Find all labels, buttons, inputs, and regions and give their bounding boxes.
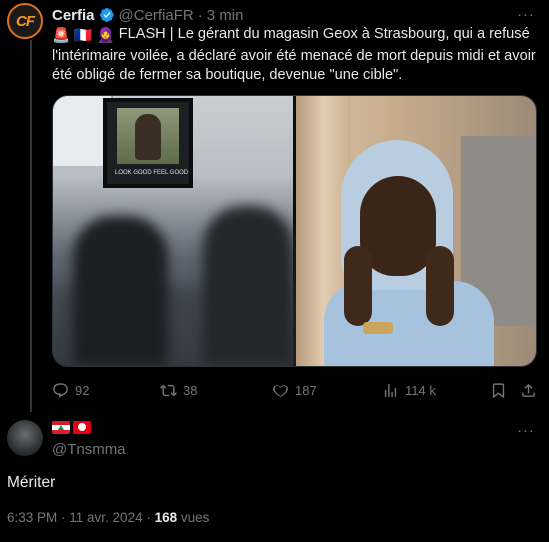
views-chart-icon — [384, 383, 397, 397]
retweet-button[interactable]: 38 — [160, 380, 197, 400]
blurred-person — [73, 216, 168, 366]
tweet-media[interactable]: LOOK GOOD FEEL GOOD — [52, 95, 537, 367]
tweet-header: Cerfia @CerfiaFR · 3 min — [52, 5, 243, 25]
poster-text: LOOK GOOD FEEL GOOD — [115, 170, 189, 176]
tweet-time[interactable]: 3 min — [207, 7, 244, 24]
reply-handle[interactable]: @Tnsmma — [52, 441, 126, 458]
reply-meta: 6:33 PM · 11 avr. 2024 · 168 vues — [7, 510, 209, 525]
tweet[interactable]: CF Cerfia @CerfiaFR · 3 min ··· 🚨 🇫🇷 🧕 F… — [0, 0, 549, 412]
reply-text: Mériter — [7, 474, 56, 491]
reply-views-count: 168 — [154, 510, 178, 525]
avatar-logo-text: CF — [16, 12, 35, 30]
media-image-right[interactable] — [296, 96, 536, 366]
tweet-text: 🚨 🇫🇷 🧕 FLASH | Le gérant du magasin Geox… — [52, 25, 537, 86]
thread-line — [30, 40, 32, 412]
display-name-flags[interactable] — [52, 421, 91, 434]
like-count: 187 — [295, 382, 317, 398]
reply-count: 92 — [75, 382, 90, 398]
reply-avatar[interactable] — [7, 420, 43, 456]
poster-image: LOOK GOOD FEEL GOOD — [103, 98, 193, 188]
author-name[interactable]: Cerfia — [52, 7, 95, 24]
emoji-prefix: 🚨 🇫🇷 🧕 — [52, 28, 115, 44]
verified-badge-icon — [99, 8, 114, 22]
views-count: 114 k — [405, 382, 436, 398]
reply-tweet[interactable]: @Tnsmma ··· Mériter 6:33 PM · 11 avr. 20… — [0, 412, 549, 542]
share-icon — [522, 383, 535, 397]
like-button[interactable]: 187 — [272, 380, 317, 400]
bookmark-icon — [492, 382, 505, 398]
views-button[interactable]: 114 k — [382, 380, 436, 400]
heart-icon — [273, 384, 288, 397]
bracelet — [363, 322, 393, 334]
more-options-icon[interactable]: ··· — [517, 422, 535, 439]
tweet-body: FLASH | Le gérant du magasin Geox à Stra… — [52, 26, 536, 83]
share-button[interactable] — [520, 380, 543, 400]
lebanon-flag-icon — [52, 421, 70, 434]
retweet-icon — [160, 384, 177, 396]
separator-dot: · — [197, 6, 203, 24]
reply-button[interactable]: 92 — [52, 380, 89, 400]
tweet-actions: 92 38 187 114 k — [52, 380, 537, 400]
author-avatar[interactable]: CF — [7, 3, 43, 39]
blurred-person — [203, 206, 293, 366]
bookmark-button[interactable] — [490, 380, 513, 400]
tunisia-flag-icon — [73, 421, 91, 434]
media-image-left[interactable]: LOOK GOOD FEEL GOOD — [53, 96, 293, 366]
reply-views-label: vues — [180, 510, 210, 525]
reply-icon — [53, 382, 68, 397]
author-handle[interactable]: @CerfiaFR — [119, 7, 194, 24]
retweet-count: 38 — [183, 382, 198, 398]
reply-timestamp[interactable]: 6:33 PM · 11 avr. 2024 · — [7, 510, 151, 525]
more-options-icon[interactable]: ··· — [517, 6, 535, 23]
